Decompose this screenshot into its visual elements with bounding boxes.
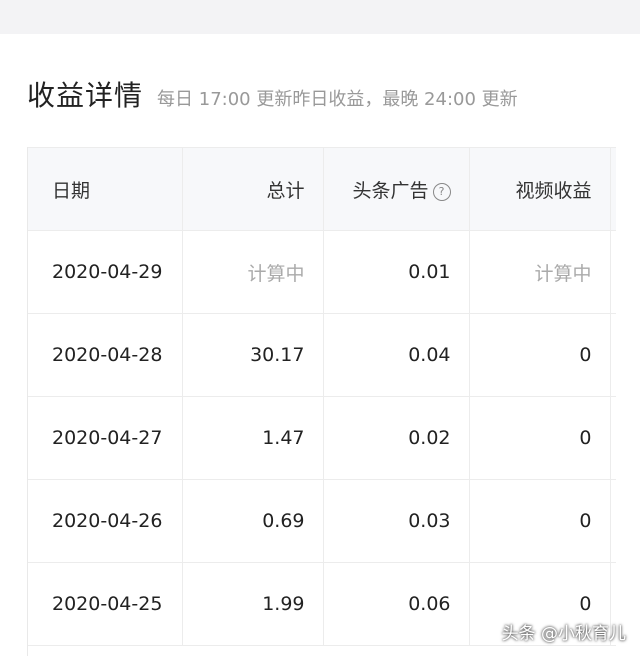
cell-total: 计算中 bbox=[182, 230, 324, 314]
earnings-table: 日期 总计 头条广告? 视频收益 赞赏 2020-04-29 计算中 0.01 … bbox=[28, 147, 616, 646]
cell-tips bbox=[610, 396, 616, 480]
table-row: 2020-04-29 计算中 0.01 计算中 bbox=[28, 230, 616, 314]
column-header-tips: 赞赏 bbox=[610, 147, 616, 231]
cell-video: 0 bbox=[469, 396, 611, 480]
cell-tips bbox=[610, 479, 616, 563]
cell-date: 2020-04-27 bbox=[28, 396, 183, 480]
table-row: 2020-04-27 1.47 0.02 0 bbox=[28, 396, 616, 480]
earnings-table-container[interactable]: 日期 总计 头条广告? 视频收益 赞赏 2020-04-29 计算中 0.01 … bbox=[27, 147, 616, 656]
cell-total: 0.69 bbox=[182, 479, 324, 563]
watermark: 头条 @小秋育儿 bbox=[501, 624, 626, 644]
column-header-date: 日期 bbox=[28, 147, 183, 231]
cell-ads: 0.02 bbox=[323, 396, 470, 480]
column-header-total: 总计 bbox=[182, 147, 324, 231]
cell-video: 0 bbox=[469, 479, 611, 563]
column-header-ads-label: 头条广告 bbox=[352, 179, 429, 202]
top-band bbox=[0, 0, 640, 34]
table-header-row: 日期 总计 头条广告? 视频收益 赞赏 bbox=[28, 147, 616, 231]
help-icon[interactable]: ? bbox=[432, 182, 451, 201]
cell-ads: 0.03 bbox=[323, 479, 470, 563]
column-header-ads: 头条广告? bbox=[323, 147, 470, 231]
cell-tips bbox=[610, 313, 616, 397]
cell-date: 2020-04-25 bbox=[28, 562, 183, 646]
cell-video: 0 bbox=[469, 313, 611, 397]
cell-date: 2020-04-29 bbox=[28, 230, 183, 314]
cell-ads: 0.01 bbox=[323, 230, 470, 314]
column-header-video: 视频收益 bbox=[469, 147, 611, 231]
cell-total: 1.99 bbox=[182, 562, 324, 646]
cell-tips bbox=[610, 230, 616, 314]
earnings-header: 收益详情 每日 17:00 更新昨日收益，最晚 24:00 更新 bbox=[27, 74, 518, 114]
page-title: 收益详情 bbox=[27, 79, 144, 112]
cell-ads: 0.04 bbox=[323, 313, 470, 397]
cell-video: 计算中 bbox=[469, 230, 611, 314]
cell-date: 2020-04-28 bbox=[28, 313, 183, 397]
earnings-page: 收益详情 每日 17:00 更新昨日收益，最晚 24:00 更新 日期 总计 头… bbox=[0, 0, 640, 656]
table-row: 2020-04-28 30.17 0.04 0 bbox=[28, 313, 616, 397]
cell-total: 30.17 bbox=[182, 313, 324, 397]
cell-total: 1.47 bbox=[182, 396, 324, 480]
cell-ads: 0.06 bbox=[323, 562, 470, 646]
table-row: 2020-04-26 0.69 0.03 0 bbox=[28, 479, 616, 563]
cell-date: 2020-04-26 bbox=[28, 479, 183, 563]
update-note: 每日 17:00 更新昨日收益，最晚 24:00 更新 bbox=[157, 89, 518, 110]
